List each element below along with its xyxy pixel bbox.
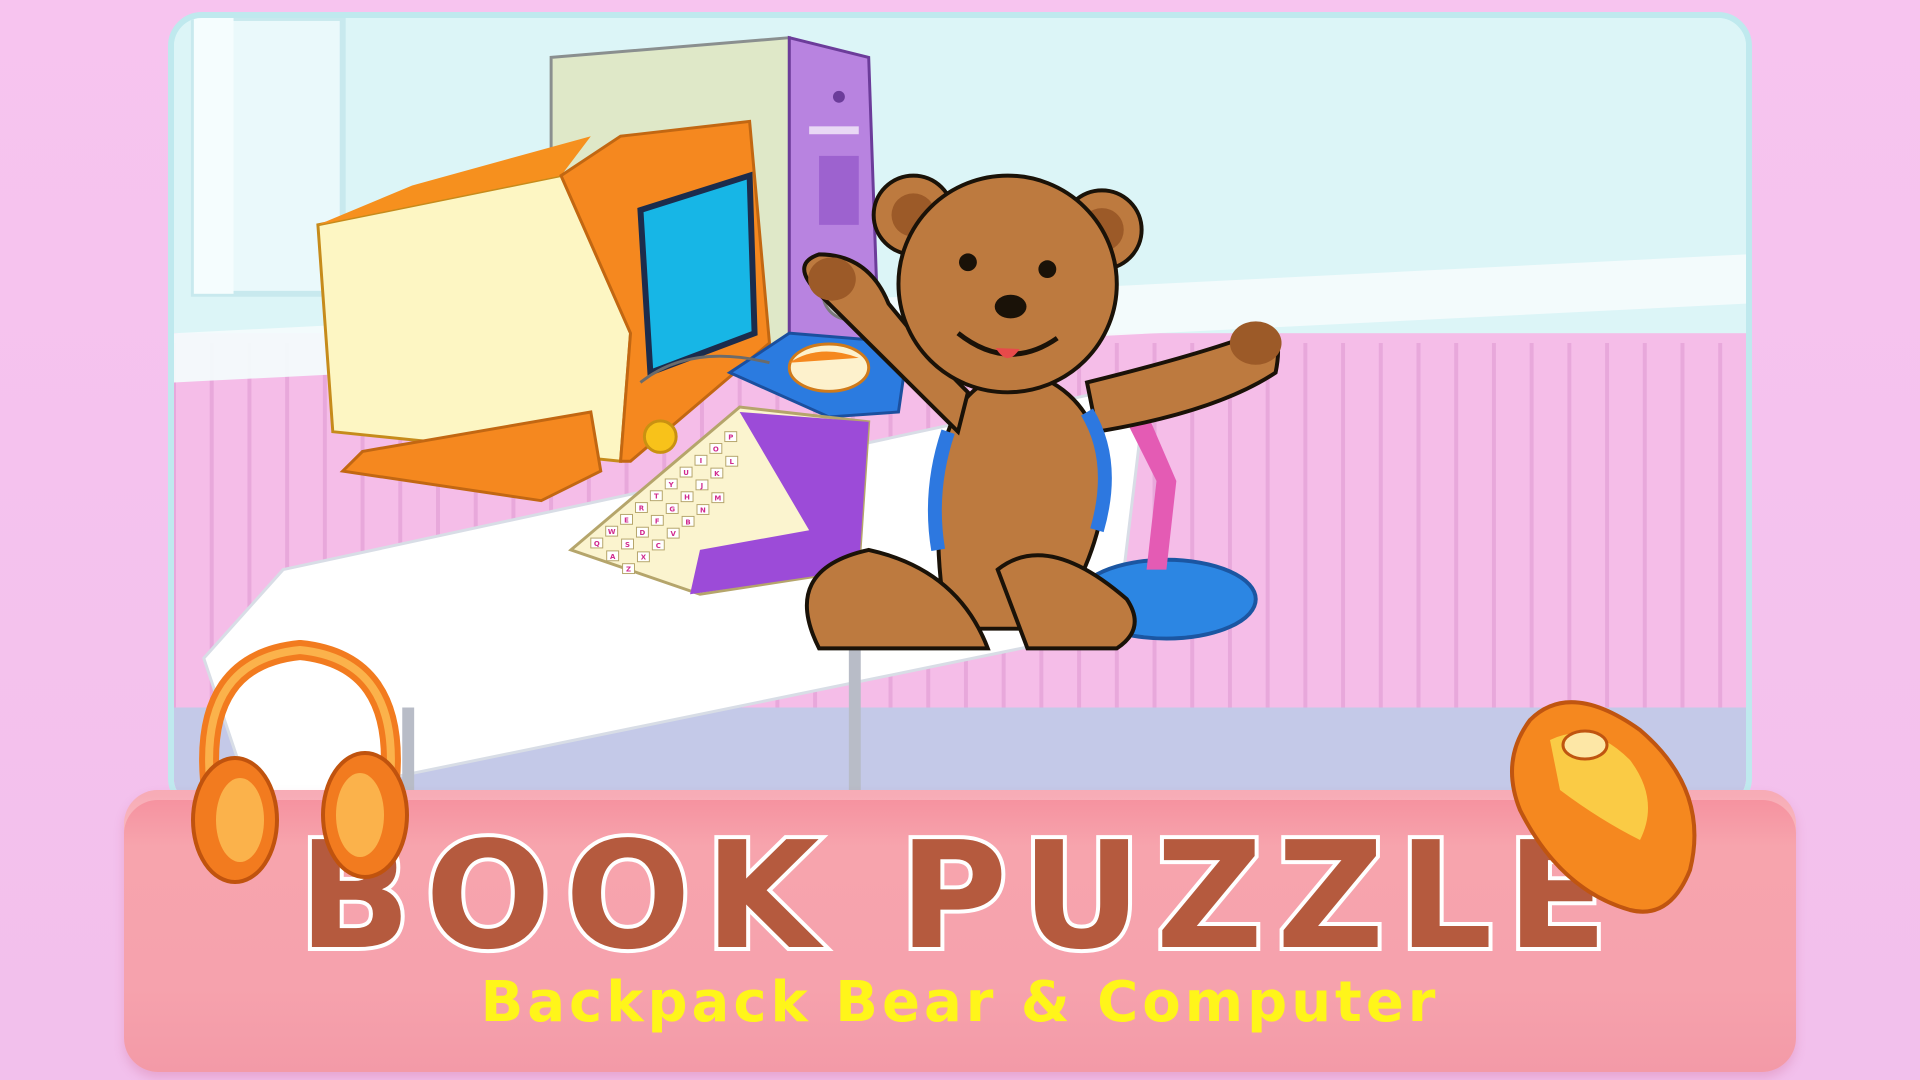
keyboard-key-label: C	[656, 542, 661, 550]
keyboard-key-label: I	[700, 457, 703, 465]
keyboard-key-label: Y	[668, 481, 675, 489]
keyboard-key-label: N	[700, 506, 706, 514]
keyboard-key-label: Z	[626, 566, 631, 574]
keyboard-key-label: Q	[594, 540, 600, 548]
keyboard-key-label: L	[730, 458, 735, 466]
keyboard-key-label: S	[625, 541, 630, 549]
headphones-icon	[191, 639, 409, 884]
keyboard-key-label: B	[685, 518, 690, 526]
keyboard-key-label: X	[641, 554, 647, 562]
keyboard-key-label: V	[670, 530, 676, 538]
keyboard-key-label: J	[700, 482, 704, 490]
keyboard-key-label: E	[624, 516, 629, 524]
keyboard-key-label: D	[640, 529, 646, 537]
game-subtitle: Backpack Bear & Computer	[480, 970, 1440, 1035]
computer-mouse-icon	[1510, 700, 1697, 914]
keyboard-key-label: R	[639, 505, 645, 513]
keyboard-key-label: W	[608, 528, 616, 536]
keyboard-key-label: K	[714, 470, 720, 478]
keyboard-key-label: F	[655, 517, 660, 525]
keyboard-key-label: O	[713, 445, 719, 453]
keyboard-key-label: P	[728, 434, 733, 442]
keyboard-key-label: G	[669, 506, 675, 514]
keyboard-key-label: T	[654, 493, 659, 501]
keyboard-key-label: H	[684, 494, 690, 502]
keyboard-key-label: A	[610, 553, 616, 561]
keyboard-key-label: U	[683, 469, 689, 477]
keyboard-key-label: M	[714, 495, 721, 503]
